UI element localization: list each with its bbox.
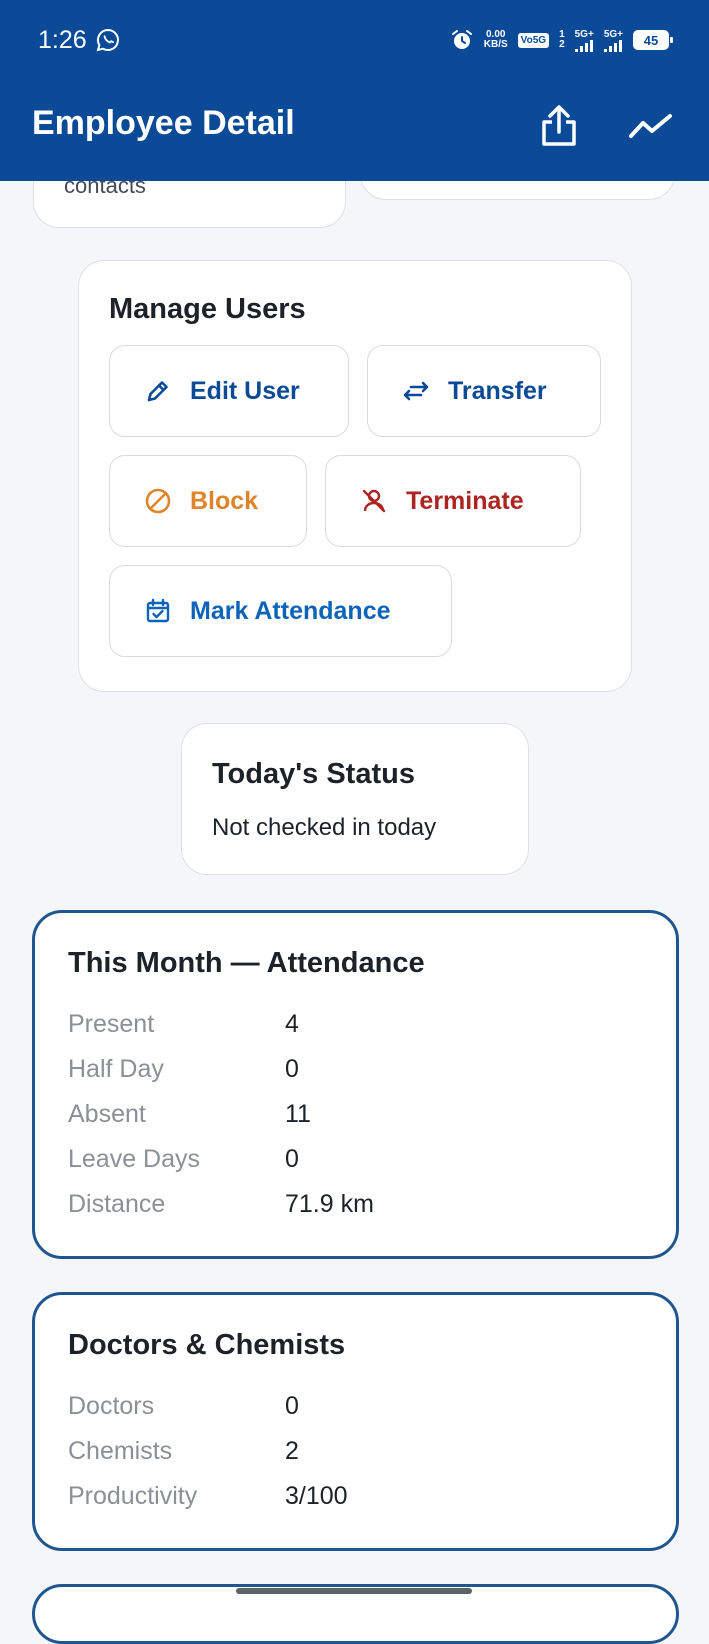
mark-attendance-label: Mark Attendance (190, 596, 391, 625)
alarm-icon (451, 30, 472, 49)
transfer-icon (403, 381, 429, 401)
signal-bars-icon (575, 39, 594, 52)
stat-label: Absent (68, 1100, 146, 1128)
stat-value: 0 (285, 1145, 299, 1173)
pencil-icon (147, 381, 168, 402)
stat-value: 3/100 (285, 1482, 348, 1510)
transfer-label: Transfer (448, 376, 547, 405)
attendance-card: This Month — Attendance Present 4 Half D… (32, 910, 679, 1259)
stat-value: 0 (285, 1392, 299, 1420)
stat-row-doctors: Doctors 0 (68, 1392, 648, 1432)
edit-user-button[interactable]: Edit User (109, 345, 349, 437)
page-title: Employee Detail (32, 104, 295, 142)
stat-value: 2 (285, 1437, 299, 1465)
app-bar: 1:26 0.00 KB/S Vo5G 1 2 5G+ 5G+ 45 Emplo… (0, 0, 709, 181)
doctors-chemists-card: Doctors & Chemists Doctors 0 Chemists 2 … (32, 1292, 679, 1551)
stat-label: Productivity (68, 1482, 198, 1510)
todays-status-card: Today's Status Not checked in today (181, 723, 529, 875)
stat-label: Leave Days (68, 1145, 201, 1173)
stat-value: 71.9 km (285, 1190, 374, 1218)
sim-index: 1 2 (559, 29, 565, 50)
trending-icon[interactable] (628, 108, 674, 144)
status-indicators: 0.00 KB/S Vo5G 1 2 5G+ 5G+ 45 (450, 24, 673, 56)
home-indicator[interactable] (236, 1588, 472, 1594)
whatsapp-icon (96, 28, 119, 52)
block-label: Block (190, 486, 259, 515)
doctors-chemists-title: Doctors & Chemists (68, 1329, 346, 1361)
share-icon[interactable] (538, 104, 580, 148)
mark-attendance-button[interactable]: Mark Attendance (109, 565, 452, 657)
stat-row-productivity: Productivity 3/100 (68, 1482, 648, 1522)
stat-label: Doctors (68, 1392, 155, 1420)
stat-row-half-day: Half Day 0 (68, 1055, 648, 1095)
user-off-icon (362, 489, 386, 513)
block-button[interactable]: Block (109, 455, 307, 547)
block-icon (145, 488, 171, 514)
stat-value: 11 (285, 1100, 311, 1128)
stat-row-present: Present 4 (68, 1010, 648, 1050)
stat-row-chemists: Chemists 2 (68, 1437, 648, 1477)
stat-row-leave-days: Leave Days 0 (68, 1145, 648, 1185)
stat-value: 4 (285, 1010, 299, 1038)
stat-value: 0 (285, 1055, 299, 1083)
edit-user-label: Edit User (190, 376, 300, 405)
network-speed: 0.00 KB/S (483, 29, 508, 50)
terminate-button[interactable]: Terminate (325, 455, 581, 547)
todays-status-message: Not checked in today (212, 814, 437, 841)
signal-1: 5G+ (575, 29, 594, 52)
todays-status-title: Today's Status (212, 758, 415, 790)
status-bar: 1:26 0.00 KB/S Vo5G 1 2 5G+ 5G+ 45 (0, 0, 709, 80)
volte-badge: Vo5G (517, 32, 550, 48)
status-time: 1:26 (38, 26, 87, 54)
stat-label: Chemists (68, 1437, 173, 1465)
signal-2: 5G+ (604, 29, 623, 52)
stat-label: Present (68, 1010, 155, 1038)
stat-row-absent: Absent 11 (68, 1100, 648, 1140)
stat-row-distance: Distance 71.9 km (68, 1190, 648, 1230)
signal-bars-icon (604, 39, 623, 52)
attendance-title: This Month — Attendance (68, 947, 425, 979)
manage-users-card: Manage Users Edit User Transfer Block Te… (78, 260, 632, 692)
manage-users-title: Manage Users (109, 293, 306, 325)
stat-label: Distance (68, 1190, 166, 1218)
terminate-label: Terminate (406, 486, 524, 515)
stat-label: Half Day (68, 1055, 164, 1083)
transfer-button[interactable]: Transfer (367, 345, 601, 437)
calendar-check-icon (146, 598, 170, 623)
battery-icon: 45 (633, 30, 673, 50)
